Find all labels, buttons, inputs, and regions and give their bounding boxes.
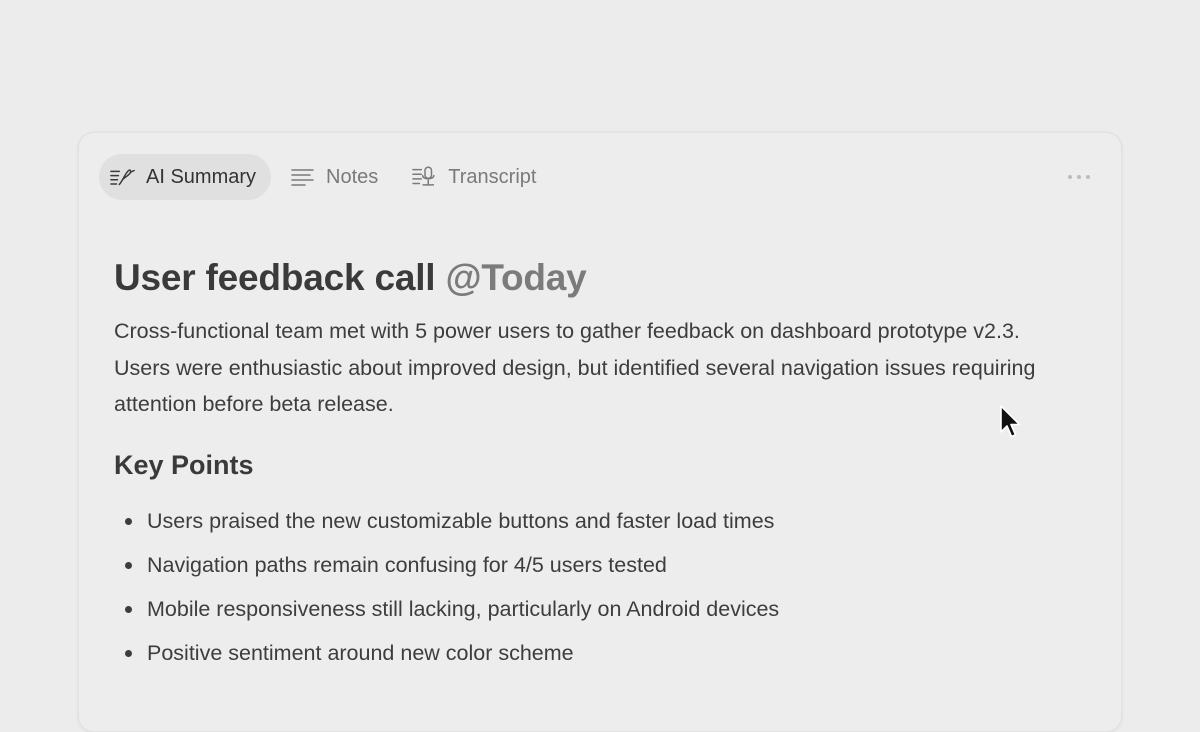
bullet-icon	[125, 649, 132, 657]
list-item-text: Mobile responsiveness still lacking, par…	[147, 596, 780, 621]
notes-icon	[290, 166, 316, 188]
tab-label: Transcript	[448, 165, 537, 188]
title-text: User feedback call	[114, 257, 436, 298]
list-item: Positive sentiment around new color sche…	[114, 631, 1054, 675]
tab-ai-summary[interactable]: AI Summary	[99, 154, 272, 200]
date-mention[interactable]: @Today	[445, 257, 586, 298]
bullet-icon	[125, 561, 132, 569]
transcript-icon	[412, 166, 438, 188]
bullet-icon	[125, 517, 132, 525]
ai-summary-icon	[110, 166, 136, 188]
tab-label: Notes	[326, 165, 379, 188]
list-item: Navigation paths remain confusing for 4/…	[114, 543, 1054, 587]
list-item-text: Positive sentiment around new color sche…	[147, 640, 574, 665]
list-item: Users praised the new customizable butto…	[114, 499, 1054, 543]
more-options-button[interactable]	[1065, 166, 1095, 186]
key-points-list: Users praised the new customizable butto…	[114, 499, 1054, 675]
key-points-heading: Key Points	[114, 449, 254, 480]
summary-content: User feedback call @Today Cross-function…	[114, 253, 1054, 675]
page-title: User feedback call @Today	[114, 253, 1054, 303]
summary-paragraph: Cross-functional team met with 5 power u…	[114, 319, 1036, 416]
summary-card: AI Summary Notes Transcript User feedbac…	[78, 132, 1122, 732]
tab-transcript[interactable]: Transcript	[401, 154, 551, 200]
mouse-cursor-icon	[999, 405, 1023, 441]
tab-label: AI Summary	[146, 165, 257, 188]
bullet-icon	[125, 605, 132, 613]
list-item-text: Users praised the new customizable butto…	[147, 508, 775, 533]
more-horizontal-icon	[1067, 167, 1093, 185]
view-tabs: AI Summary Notes Transcript	[99, 154, 559, 200]
tab-notes[interactable]: Notes	[279, 154, 393, 200]
list-item: Mobile responsiveness still lacking, par…	[114, 587, 1054, 631]
list-item-text: Navigation paths remain confusing for 4/…	[147, 552, 667, 577]
